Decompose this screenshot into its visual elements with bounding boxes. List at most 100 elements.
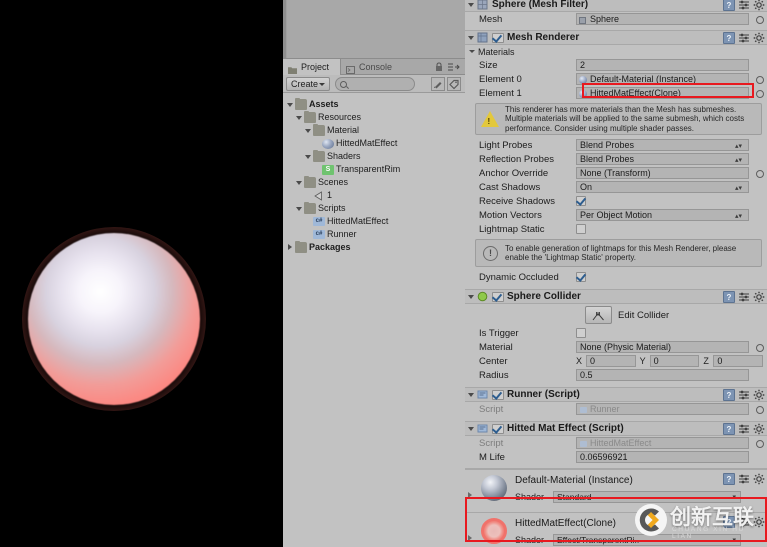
receive-shadows-checkbox[interactable] <box>576 196 586 206</box>
is-trigger-checkbox[interactable] <box>576 328 586 338</box>
component-header-hitted-mat-effect-script[interactable]: Hitted Mat Effect (Script) ? <box>465 421 767 436</box>
preset-icon[interactable] <box>738 0 750 11</box>
m-life-input[interactable]: 0.06596921 <box>576 451 749 463</box>
object-picker-icon[interactable] <box>753 87 767 99</box>
component-header-sphere-collider[interactable]: Sphere Collider ? <box>465 289 767 304</box>
foldout-toggle[interactable] <box>304 150 313 163</box>
component-header-mesh-renderer[interactable]: Mesh Renderer ? <box>465 30 767 45</box>
preset-icon[interactable] <box>738 291 750 303</box>
help-icon[interactable]: ? <box>723 389 735 401</box>
foldout-toggle[interactable] <box>304 189 313 202</box>
radius-input[interactable]: 0.5 <box>576 369 749 381</box>
physic-material-object-field[interactable]: None (Physic Material) <box>576 341 749 353</box>
gear-icon[interactable] <box>753 423 765 435</box>
shader-dropdown-hitted[interactable]: Effect/TransparentRi.. ▾ <box>553 534 741 546</box>
help-icon[interactable]: ? <box>723 423 735 435</box>
help-icon[interactable]: ? <box>723 291 735 303</box>
project-tree-item[interactable]: Shaders <box>283 149 465 163</box>
dynamic-occluded-checkbox[interactable] <box>576 272 586 282</box>
chevron-down-icon[interactable] <box>465 387 477 402</box>
size-input[interactable]: 2 <box>576 59 749 71</box>
gear-icon[interactable] <box>753 291 765 303</box>
filter-label-icon[interactable] <box>447 77 461 91</box>
object-picker-icon[interactable] <box>753 73 767 85</box>
chevron-down-icon[interactable] <box>465 30 477 45</box>
chevron-right-icon[interactable] <box>468 535 472 541</box>
gear-icon[interactable] <box>753 516 765 528</box>
gear-icon[interactable] <box>753 32 765 44</box>
gear-icon[interactable] <box>753 389 765 401</box>
filter-type-icon[interactable] <box>431 77 445 91</box>
project-tree-item[interactable]: S TransparentRim <box>283 163 465 176</box>
help-icon[interactable]: ? <box>723 516 735 528</box>
gear-icon[interactable] <box>753 473 765 485</box>
lock-icon[interactable] <box>435 62 443 72</box>
preset-icon[interactable] <box>738 32 750 44</box>
project-tree-item[interactable]: Scripts <box>283 201 465 215</box>
anchor-override-object-field[interactable]: None (Transform) <box>576 167 749 179</box>
chevron-down-icon[interactable] <box>468 45 478 58</box>
component-header-runner-script[interactable]: Runner (Script) ? <box>465 387 767 402</box>
help-icon[interactable]: ? <box>723 0 735 11</box>
project-tree-item[interactable]: Material <box>283 123 465 137</box>
cast-shadows-dropdown[interactable]: On ▴▾ <box>576 181 749 193</box>
component-enabled-checkbox[interactable] <box>492 389 504 400</box>
chevron-down-icon[interactable] <box>465 289 477 304</box>
project-asset-tree[interactable]: Assets Resources Material HittedMatEffect Sh… <box>283 94 465 547</box>
create-button[interactable]: Create <box>286 77 330 91</box>
preset-icon[interactable] <box>738 473 750 485</box>
center-x[interactable]: X 0 <box>576 355 636 367</box>
project-tree-item[interactable]: Resources <box>283 110 465 124</box>
preset-icon[interactable] <box>738 423 750 435</box>
element-0-object-field[interactable]: Default-Material (Instance) <box>576 73 749 85</box>
element-1-object-field[interactable]: HittedMatEffect(Clone) <box>576 87 749 99</box>
materials-foldout[interactable]: Materials <box>465 45 767 58</box>
gear-icon[interactable] <box>753 0 765 11</box>
reflection-probes-dropdown[interactable]: Blend Probes ▴▾ <box>576 153 749 165</box>
component-enabled-checkbox[interactable] <box>492 32 504 43</box>
foldout-toggle[interactable] <box>313 137 322 150</box>
center-z[interactable]: Z 0 <box>703 355 764 367</box>
chevron-right-icon[interactable] <box>468 492 472 498</box>
chevron-down-icon[interactable] <box>465 421 477 436</box>
foldout-toggle[interactable] <box>295 176 304 189</box>
panel-menu-icon[interactable] <box>448 63 460 71</box>
foldout-toggle[interactable] <box>295 202 304 215</box>
project-tree-item[interactable]: HittedMatEffect <box>283 137 465 150</box>
project-tree-item[interactable]: Assets <box>283 97 465 111</box>
component-header-mesh-filter[interactable]: Sphere (Mesh Filter) ? <box>465 0 767 12</box>
motion-vectors-dropdown[interactable]: Per Object Motion ▴▾ <box>576 209 749 221</box>
shader-dropdown-default[interactable]: Standard ▾ <box>553 491 741 503</box>
center-y[interactable]: Y 0 <box>640 355 700 367</box>
edit-collider-button[interactable] <box>585 306 612 324</box>
tab-project[interactable]: Project <box>283 59 341 75</box>
project-tree-item[interactable]: c# HittedMatEffect <box>283 215 465 228</box>
chevron-down-icon[interactable] <box>465 0 477 12</box>
object-picker-icon[interactable] <box>753 341 767 353</box>
project-tree-item[interactable]: Packages <box>283 240 465 254</box>
foldout-toggle[interactable] <box>286 98 295 111</box>
component-enabled-checkbox[interactable] <box>492 423 504 434</box>
preset-icon[interactable] <box>738 516 750 528</box>
search-input[interactable] <box>335 77 415 91</box>
center-y-value[interactable]: 0 <box>649 355 700 367</box>
foldout-toggle[interactable] <box>313 163 322 176</box>
foldout-toggle[interactable] <box>286 241 295 254</box>
foldout-toggle[interactable] <box>295 111 304 124</box>
foldout-toggle[interactable] <box>304 124 313 137</box>
object-picker-icon[interactable] <box>753 167 767 179</box>
tab-console[interactable]: Console <box>341 59 403 75</box>
light-probes-dropdown[interactable]: Blend Probes ▴▾ <box>576 139 749 151</box>
object-picker-icon[interactable] <box>753 13 767 25</box>
mesh-object-field[interactable]: Sphere <box>576 13 749 25</box>
foldout-toggle[interactable] <box>304 215 313 228</box>
project-tree-item[interactable]: 1 <box>283 189 465 202</box>
project-tree-item[interactable]: Scenes <box>283 175 465 189</box>
lightmap-static-checkbox[interactable] <box>576 224 586 234</box>
help-icon[interactable]: ? <box>723 473 735 485</box>
sphere-game-object[interactable] <box>28 233 200 405</box>
help-icon[interactable]: ? <box>723 32 735 44</box>
center-x-value[interactable]: 0 <box>586 355 636 367</box>
preset-icon[interactable] <box>738 389 750 401</box>
foldout-toggle[interactable] <box>304 228 313 241</box>
